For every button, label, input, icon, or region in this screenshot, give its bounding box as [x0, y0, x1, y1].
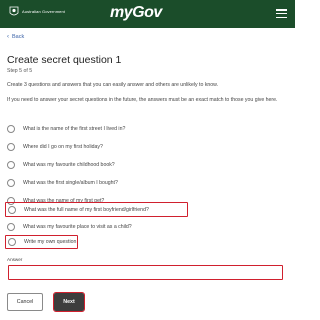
- option-label: What was my favourite childhood book?: [23, 162, 115, 168]
- question-option-custom[interactable]: Write my own question: [8, 235, 76, 249]
- government-name: Australian Government: [22, 9, 66, 14]
- radio-button[interactable]: [8, 206, 16, 214]
- question-option-2[interactable]: Where did I go on my first holiday?: [7, 140, 103, 154]
- option-label: What was the first single/album I bought…: [23, 180, 118, 186]
- option-label: What was the full name of my first boyfr…: [24, 207, 149, 213]
- mygov-logo[interactable]: myGov: [110, 4, 162, 22]
- answer-input[interactable]: [8, 265, 283, 280]
- logo-gov-text: Gov: [132, 4, 162, 21]
- step-indicator: Step 5 of 5: [7, 68, 33, 74]
- intro-text: Create 3 questions and answers that you …: [7, 82, 219, 88]
- option-label: What was my favourite place to visit as …: [23, 224, 132, 230]
- site-header: Australian Government myGov: [0, 0, 295, 28]
- radio-button[interactable]: [8, 238, 16, 246]
- answer-label: Answer: [7, 257, 23, 262]
- question-option-6[interactable]: What was the full name of my first boyfr…: [8, 203, 149, 217]
- coat-of-arms-icon: [9, 6, 19, 16]
- cancel-button[interactable]: Cancel: [7, 293, 43, 311]
- option-label: Where did I go on my first holiday?: [23, 144, 103, 150]
- chevron-left-icon: ‹: [7, 34, 9, 40]
- question-option-7[interactable]: What was my favourite place to visit as …: [7, 220, 132, 234]
- radio-button[interactable]: [7, 125, 15, 133]
- back-link[interactable]: ‹ Back: [7, 34, 24, 40]
- question-option-3[interactable]: What was my favourite childhood book?: [7, 158, 115, 172]
- option-label: Write my own question: [24, 239, 77, 245]
- back-link-label: Back: [12, 34, 25, 40]
- hamburger-menu-icon[interactable]: [276, 9, 287, 19]
- intro-text-secondary: If you need to answer your secret questi…: [7, 97, 278, 103]
- logo-my-text: my: [110, 4, 133, 21]
- radio-button[interactable]: [7, 223, 15, 231]
- option-label: What is the name of the first street I l…: [23, 126, 126, 132]
- page-title: Create secret question 1: [7, 54, 122, 66]
- radio-button[interactable]: [7, 143, 15, 151]
- next-button[interactable]: Next: [53, 292, 85, 312]
- radio-button[interactable]: [7, 179, 15, 187]
- question-option-1[interactable]: What is the name of the first street I l…: [7, 122, 125, 136]
- question-option-4[interactable]: What was the first single/album I bought…: [7, 176, 118, 190]
- radio-button[interactable]: [7, 161, 15, 169]
